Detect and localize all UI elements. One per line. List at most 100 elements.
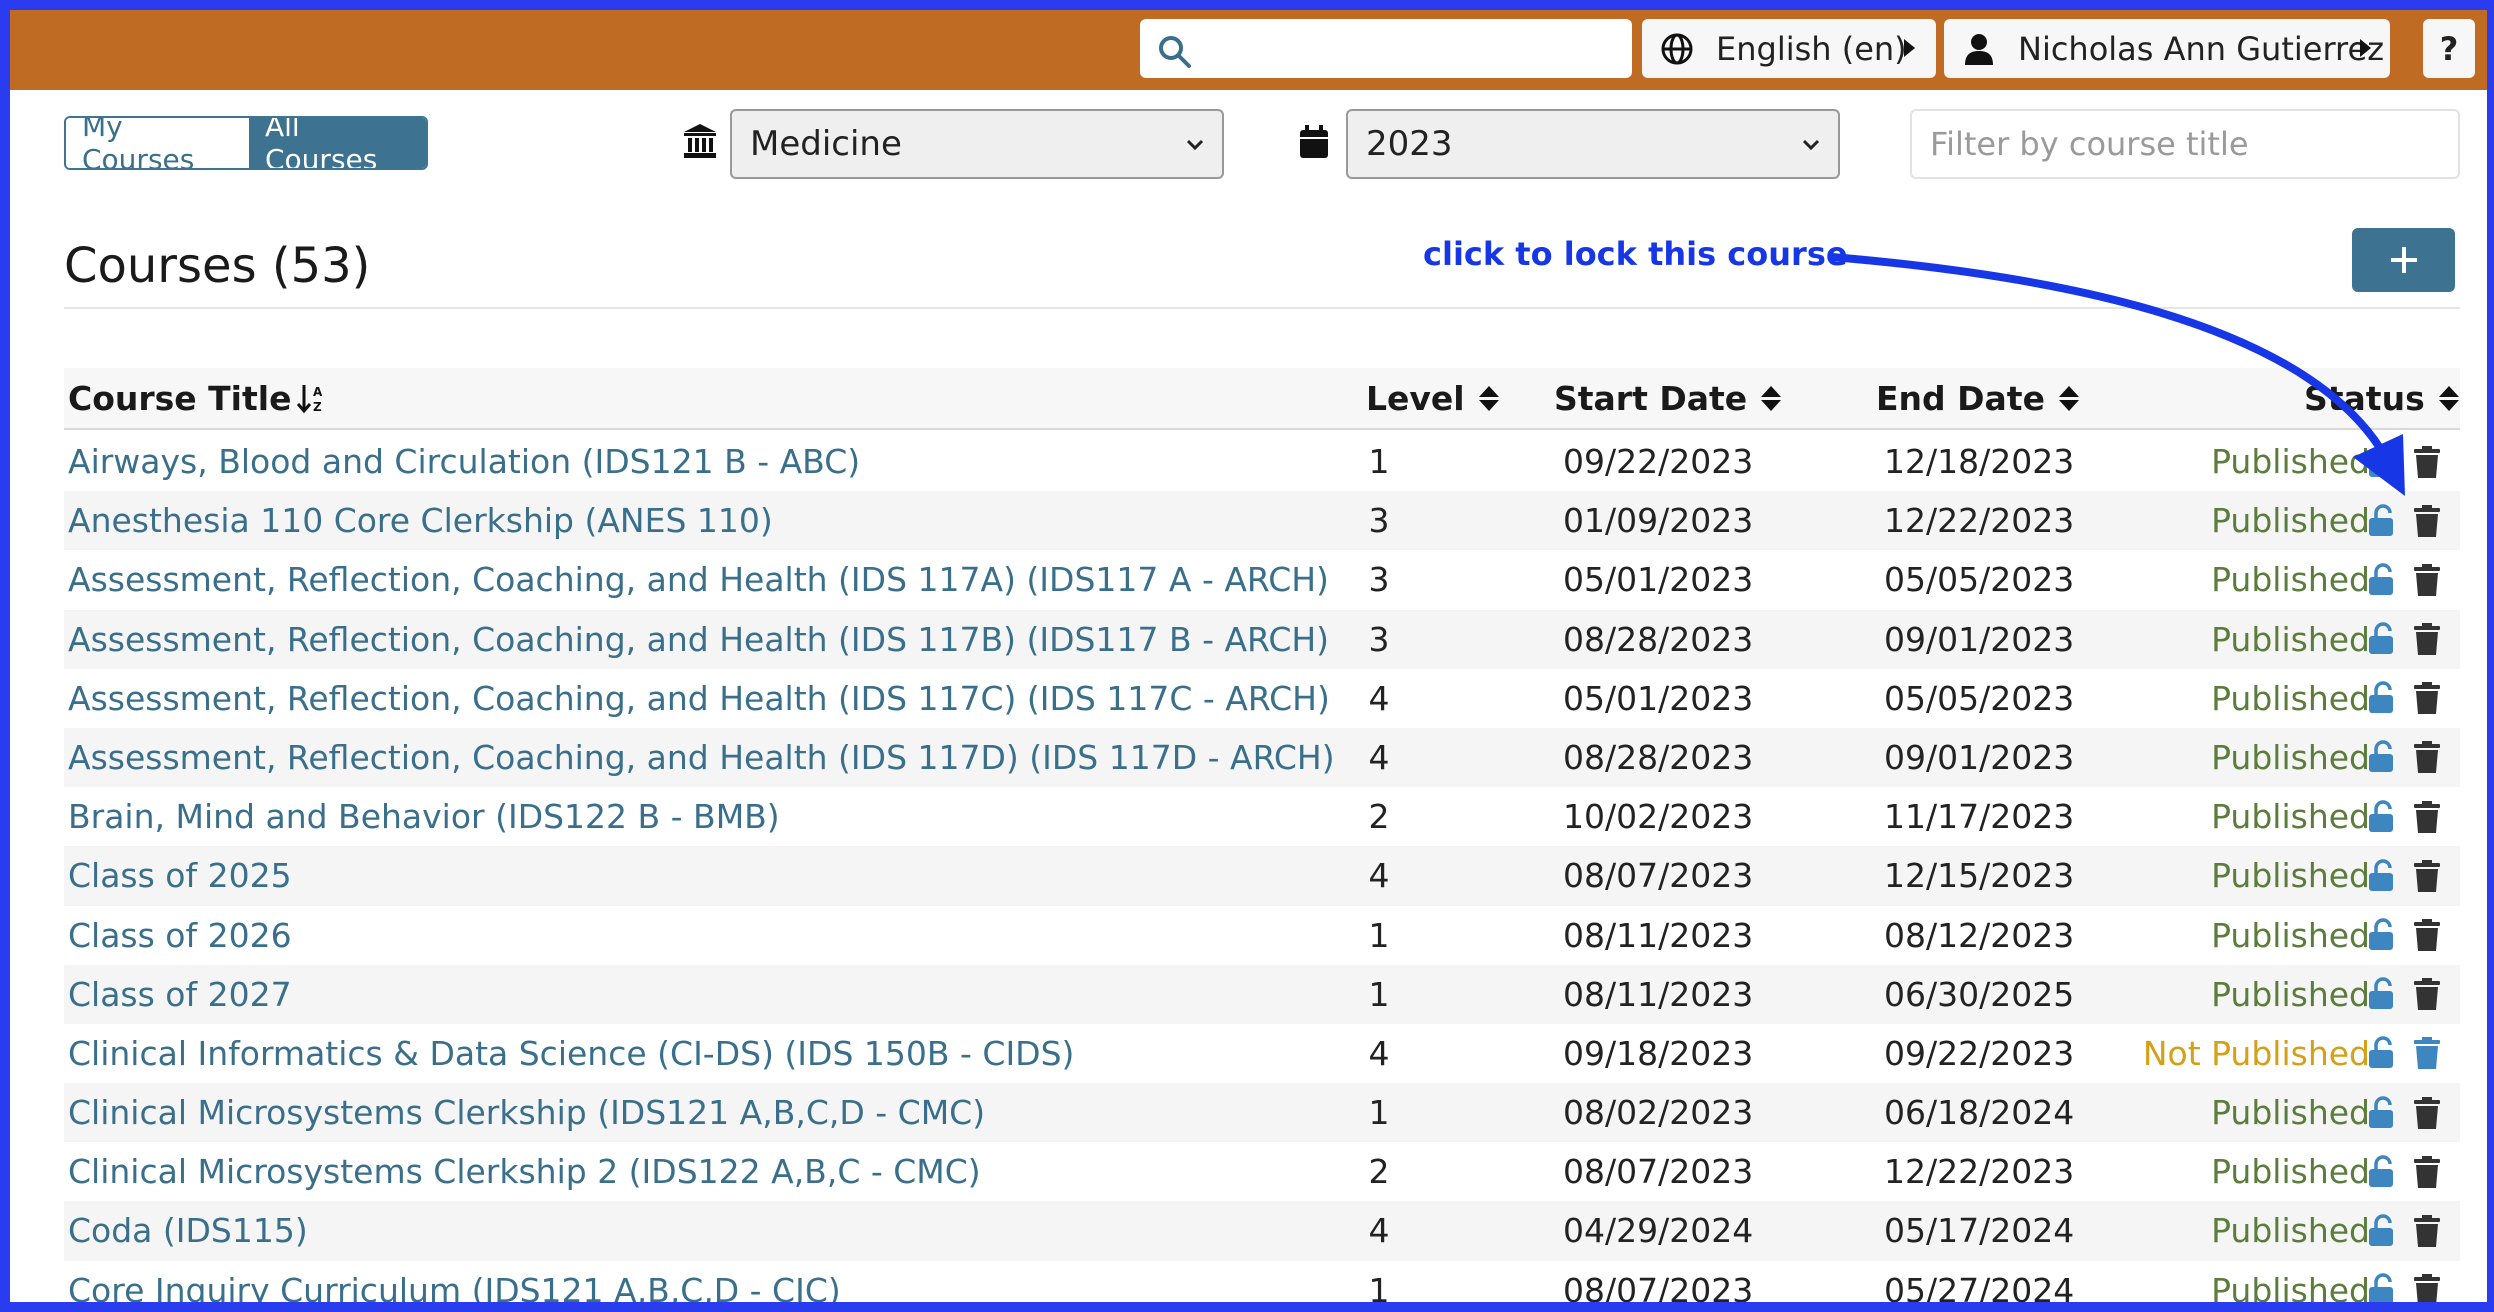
course-status: Published bbox=[2211, 1270, 2370, 1302]
unlock-icon[interactable] bbox=[2364, 669, 2400, 728]
course-title-link[interactable]: Coda (IDS115) bbox=[68, 1201, 308, 1260]
trash-icon[interactable] bbox=[2409, 669, 2445, 728]
course-title-link[interactable]: Assessment, Reflection, Coaching, and He… bbox=[68, 550, 1329, 609]
course-status: Published bbox=[2211, 619, 2370, 659]
course-title-link[interactable]: Assessment, Reflection, Coaching, and He… bbox=[68, 610, 1329, 669]
add-course-button[interactable] bbox=[2352, 228, 2455, 292]
trash-icon[interactable] bbox=[2409, 1142, 2445, 1201]
trash-icon[interactable] bbox=[2409, 432, 2445, 491]
trash-icon[interactable] bbox=[2409, 1083, 2445, 1142]
course-end-date: 05/17/2024 bbox=[1884, 1211, 2075, 1251]
trash-icon[interactable] bbox=[2409, 610, 2445, 669]
unlock-icon[interactable] bbox=[2364, 550, 2400, 609]
trash-icon[interactable] bbox=[2409, 906, 2445, 965]
course-level: 3 bbox=[1368, 560, 1390, 600]
course-start-date: 08/07/2023 bbox=[1563, 856, 1754, 896]
unlock-icon[interactable] bbox=[2364, 1142, 2400, 1201]
unlock-icon[interactable] bbox=[2364, 1201, 2400, 1260]
course-title-filter-input[interactable]: Filter by course title bbox=[1910, 109, 2460, 179]
course-title-link[interactable]: Airways, Blood and Circulation (IDS121 B… bbox=[68, 432, 860, 491]
all-courses-button[interactable]: All Courses bbox=[249, 118, 426, 168]
course-title-link[interactable]: Core Inquiry Curriculum (IDS121 A,B,C,D … bbox=[68, 1261, 841, 1302]
unlock-icon[interactable] bbox=[2364, 965, 2400, 1024]
my-courses-button[interactable]: My Courses bbox=[66, 118, 249, 168]
trash-icon[interactable] bbox=[2409, 1201, 2445, 1260]
course-start-date: 08/07/2023 bbox=[1563, 1270, 1754, 1302]
search-icon bbox=[1159, 36, 1191, 68]
unlock-icon[interactable] bbox=[2364, 1261, 2400, 1302]
trash-icon[interactable] bbox=[2409, 1261, 2445, 1302]
school-select[interactable]: Medicine bbox=[730, 109, 1224, 179]
trash-icon[interactable] bbox=[2409, 787, 2445, 846]
trash-icon[interactable] bbox=[2409, 550, 2445, 609]
unlock-icon[interactable] bbox=[2364, 728, 2400, 787]
course-end-date: 05/05/2023 bbox=[1884, 560, 2075, 600]
course-level: 1 bbox=[1368, 915, 1390, 955]
global-search-input[interactable] bbox=[1140, 19, 1632, 78]
column-header-status[interactable]: Status bbox=[2304, 368, 2459, 428]
course-title-link[interactable]: Class of 2025 bbox=[68, 846, 292, 905]
course-title-link[interactable]: Clinical Informatics & Data Science (CI-… bbox=[68, 1024, 1074, 1083]
course-title-link[interactable]: Assessment, Reflection, Coaching, and He… bbox=[68, 728, 1335, 787]
unlock-icon[interactable] bbox=[2364, 1024, 2400, 1083]
table-row: Anesthesia 110 Core Clerkship (ANES 110)… bbox=[64, 491, 2460, 551]
unlock-icon[interactable] bbox=[2364, 906, 2400, 965]
unlock-icon[interactable] bbox=[2364, 846, 2400, 905]
course-end-date: 06/30/2025 bbox=[1884, 974, 2075, 1014]
table-row: Brain, Mind and Behavior (IDS122 B - BMB… bbox=[64, 787, 2460, 846]
trash-icon[interactable] bbox=[2409, 846, 2445, 905]
course-status: Published bbox=[2211, 678, 2370, 718]
school-select-value: Medicine bbox=[750, 124, 902, 164]
course-level: 1 bbox=[1368, 974, 1390, 1014]
course-end-date: 05/05/2023 bbox=[1884, 678, 2075, 718]
language-menu-button[interactable]: English (en) bbox=[1642, 19, 1936, 78]
course-level: 3 bbox=[1368, 501, 1390, 541]
column-header-end-date[interactable]: End Date bbox=[1876, 368, 2079, 428]
course-level: 1 bbox=[1368, 1270, 1390, 1302]
university-icon bbox=[682, 122, 718, 164]
help-button[interactable]: ? bbox=[2423, 19, 2475, 78]
course-end-date: 09/22/2023 bbox=[1884, 1033, 2075, 1073]
column-header-title[interactable]: Course Title A Z bbox=[68, 368, 327, 428]
course-level: 4 bbox=[1368, 1211, 1390, 1251]
course-title-link[interactable]: Clinical Microsystems Clerkship (IDS121 … bbox=[68, 1083, 985, 1142]
globe-icon bbox=[1658, 30, 1696, 68]
course-title-link[interactable]: Class of 2027 bbox=[68, 965, 292, 1024]
svg-text:A: A bbox=[313, 385, 323, 399]
course-level: 1 bbox=[1368, 1093, 1390, 1133]
chevron-down-icon bbox=[1802, 139, 1820, 151]
course-title-link[interactable]: Anesthesia 110 Core Clerkship (ANES 110) bbox=[68, 491, 773, 550]
column-header-level[interactable]: Level bbox=[1366, 368, 1499, 428]
course-level: 2 bbox=[1368, 1152, 1390, 1192]
course-end-date: 08/12/2023 bbox=[1884, 915, 2075, 955]
course-start-date: 09/18/2023 bbox=[1563, 1033, 1754, 1073]
trash-icon[interactable] bbox=[2409, 965, 2445, 1024]
course-level: 4 bbox=[1368, 678, 1390, 718]
course-start-date: 10/02/2023 bbox=[1563, 797, 1754, 837]
course-status: Published bbox=[2211, 915, 2370, 955]
course-status: Published bbox=[2211, 1152, 2370, 1192]
table-row: Coda (IDS115) 4 04/29/2024 05/17/2024 Publis… bbox=[64, 1201, 2460, 1261]
unlock-icon[interactable] bbox=[2364, 432, 2400, 491]
unlock-icon[interactable] bbox=[2364, 787, 2400, 846]
course-level: 4 bbox=[1368, 856, 1390, 896]
course-end-date: 09/01/2023 bbox=[1884, 619, 2075, 659]
trash-icon[interactable] bbox=[2409, 491, 2445, 550]
sort-icon bbox=[1761, 385, 1782, 411]
trash-icon[interactable] bbox=[2409, 1024, 2445, 1083]
unlock-icon[interactable] bbox=[2364, 1083, 2400, 1142]
course-end-date: 09/01/2023 bbox=[1884, 737, 2075, 777]
user-menu-button[interactable]: Nicholas Ann Gutierrez bbox=[1944, 19, 2390, 78]
course-end-date: 11/17/2023 bbox=[1884, 797, 2075, 837]
unlock-icon[interactable] bbox=[2364, 610, 2400, 669]
course-title-link[interactable]: Brain, Mind and Behavior (IDS122 B - BMB… bbox=[68, 787, 780, 846]
course-start-date: 01/09/2023 bbox=[1563, 501, 1754, 541]
column-header-start-date[interactable]: Start Date bbox=[1554, 368, 1782, 428]
trash-icon[interactable] bbox=[2409, 728, 2445, 787]
course-title-link[interactable]: Clinical Microsystems Clerkship 2 (IDS12… bbox=[68, 1142, 981, 1201]
year-select[interactable]: 2023 bbox=[1346, 109, 1840, 179]
course-title-link[interactable]: Assessment, Reflection, Coaching, and He… bbox=[68, 669, 1330, 728]
unlock-icon[interactable] bbox=[2364, 491, 2400, 550]
filter-placeholder: Filter by course title bbox=[1930, 125, 2249, 163]
course-title-link[interactable]: Class of 2026 bbox=[68, 906, 292, 965]
